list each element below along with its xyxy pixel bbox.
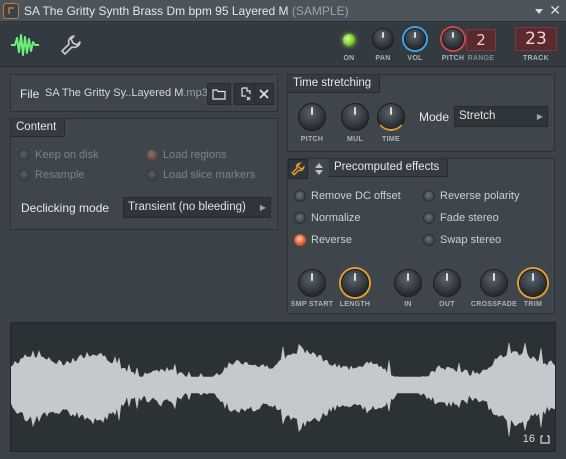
trim-label: TRIM [523,301,543,308]
waveform [11,342,555,437]
file-name-text: SA The Gritty Sy..Layered M [45,87,184,99]
normalize-option[interactable]: Normalize [294,212,361,224]
load-regions-label: Load regions [163,149,227,161]
volume-knob[interactable] [404,28,426,50]
clear-file-button[interactable] [254,83,274,105]
file-extension: .mp3 [183,87,208,99]
swap-stereo-option[interactable]: Swap stereo [423,234,501,246]
remove-dc-offset-label: Remove DC offset [311,190,401,202]
stretch-mode-value: Stretch [459,110,496,122]
sample-icon[interactable] [3,2,19,19]
up-down-arrow-icon[interactable] [315,163,323,175]
reverse-radio[interactable] [294,234,306,246]
on-led[interactable] [343,34,355,46]
pitch-label: PITCH [441,55,465,62]
close-icon [259,89,269,99]
title-bar: SA The Gritty Synth Brass Dm bpm 95 Laye… [0,0,566,22]
precomputed-effects-panel: Precomputed effects Remove DC offset Rev… [287,158,555,314]
declicking-mode-label: Declicking mode [21,201,110,215]
sample-start-knob[interactable] [298,269,326,297]
remove-dc-offset-option[interactable]: Remove DC offset [294,190,401,202]
wrench-icon [291,162,305,176]
swap-stereo-label: Swap stereo [440,234,502,246]
trim-knob[interactable] [519,269,547,297]
fade-in-knob[interactable] [394,269,422,297]
window-title-suffix: (SAMPLE) [291,3,349,18]
reverse-option[interactable]: Reverse [294,234,352,246]
file-label: File [20,87,40,101]
tab-tool-settings[interactable] [52,27,90,63]
remove-dc-offset-radio[interactable] [294,190,306,202]
reverse-polarity-option[interactable]: Reverse polarity [423,190,519,202]
keep-on-disk-label: Keep on disk [35,149,99,161]
stretch-mode-select[interactable]: Stretch ▶ [454,106,548,127]
file-locate-icon [241,87,251,101]
precomputed-tools-button[interactable] [288,159,308,179]
window-title-text: SA The Gritty Synth Brass Dm bpm 95 Laye… [24,3,289,18]
precomputed-header: Precomputed effects [329,159,449,177]
file-panel: File SA The Gritty Sy..Layered M.mp3 [10,74,278,112]
swap-stereo-radio[interactable] [423,234,435,246]
track-display[interactable]: 23 [515,27,557,51]
vol-label: VOL [407,55,423,62]
chevron-right-icon: ▶ [536,112,543,121]
range-label: RANGE [467,55,495,62]
fade-stereo-radio[interactable] [423,212,435,224]
fade-out-label: OUT [439,301,455,308]
normalize-label: Normalize [311,212,361,224]
waveform-tab-icon [11,34,39,56]
reverse-polarity-label: Reverse polarity [440,190,520,202]
chevron-right-icon: ▶ [259,203,266,212]
wrench-icon [61,35,81,55]
close-icon[interactable]: ✕ [549,2,561,19]
pan-label: PAN [375,55,391,62]
content-panel: Content Keep on disk Load regions Resamp… [10,118,278,230]
window-title: SA The Gritty Synth Brass Dm bpm 95 Laye… [24,4,349,18]
stretch-time-knob[interactable] [377,103,405,131]
range-display[interactable]: 2 [466,29,496,51]
length-label: LENGTH [339,301,371,308]
on-label: ON [343,55,355,62]
fade-stereo-label: Fade stereo [440,212,499,224]
stretch-time-label: TIME [382,136,400,143]
load-slice-markers-radio[interactable] [146,169,158,181]
track-label: TRACK [523,55,549,62]
content-header: Content [11,119,66,137]
resample-radio[interactable] [18,169,30,181]
pitch-knob[interactable] [442,28,464,50]
open-file-button[interactable] [207,83,231,105]
load-regions-radio[interactable] [146,149,158,161]
mode-label: Mode [419,110,450,124]
reverse-label: Reverse [311,234,352,246]
keep-on-disk-option[interactable]: Keep on disk [18,149,99,161]
time-stretching-panel: Time stretching PITCH MUL TIME Mode Stre… [287,74,555,152]
stretch-pitch-knob[interactable] [298,103,326,131]
load-slice-markers-option[interactable]: Load slice markers [146,169,255,181]
waveform-display[interactable]: 16 [10,322,556,452]
pan-knob[interactable] [372,28,394,50]
load-regions-option[interactable]: Load regions [146,149,227,161]
fade-stereo-option[interactable]: Fade stereo [423,212,499,224]
loop-icon[interactable] [540,435,550,444]
time-stretching-header: Time stretching [288,75,381,93]
file-name: SA The Gritty Sy..Layered M.mp3 [45,87,208,99]
waveform-count: 16 [522,433,535,445]
normalize-radio[interactable] [294,212,306,224]
crossfade-knob[interactable] [480,269,508,297]
load-slice-markers-label: Load slice markers [163,169,256,181]
declicking-mode-select[interactable]: Transient (no bleeding) ▶ [123,197,271,218]
toolbar: ON PAN VOL PITCH 2 RANGE 23 TRACK [0,23,566,67]
tab-sample-settings[interactable] [6,27,44,63]
resample-option[interactable]: Resample [18,169,85,181]
length-knob[interactable] [341,269,369,297]
menu-arrow-icon[interactable] [534,6,544,16]
resample-label: Resample [35,169,85,181]
fade-out-knob[interactable] [433,269,461,297]
reverse-polarity-radio[interactable] [423,190,435,202]
stretch-mul-knob[interactable] [341,103,369,131]
keep-on-disk-radio[interactable] [18,149,30,161]
folder-icon [212,89,226,100]
declicking-mode-value: Transient (no bleeding) [128,201,246,213]
